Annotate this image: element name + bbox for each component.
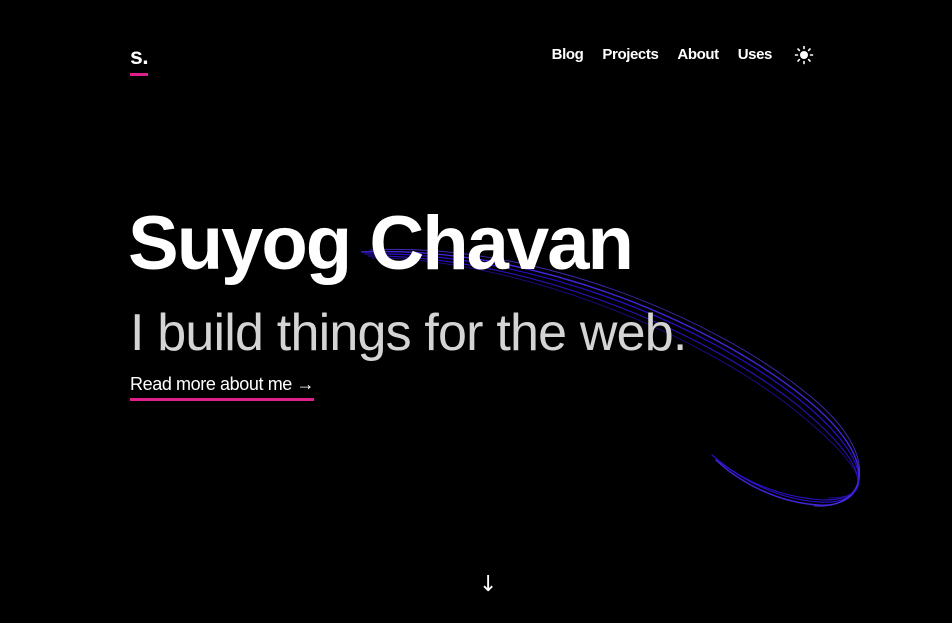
orbit-line-3: [367, 255, 859, 501]
nav-link-blog[interactable]: Blog: [552, 44, 584, 66]
read-more-link[interactable]: Read more about me →: [130, 372, 315, 401]
nav-link-projects[interactable]: Projects: [602, 44, 658, 66]
sun-icon: [794, 45, 814, 65]
nav-link-about[interactable]: About: [677, 44, 719, 66]
nav-link-uses[interactable]: Uses: [738, 44, 773, 66]
theme-toggle-button[interactable]: [794, 45, 814, 65]
main-nav: Blog Projects About Uses: [533, 44, 814, 66]
page: s. Blog Projects About Uses Suyog Chavan…: [0, 0, 952, 623]
orbit-line-5: [371, 257, 859, 499]
hero-tagline: I build things for the web.: [130, 304, 687, 362]
scroll-down-arrow-icon[interactable]: ↓: [479, 572, 497, 598]
hero-name: Suyog Chavan: [128, 201, 634, 286]
site-logo[interactable]: s.: [130, 42, 149, 76]
